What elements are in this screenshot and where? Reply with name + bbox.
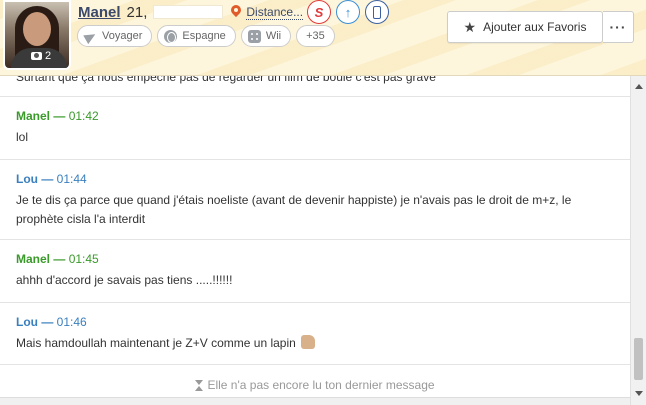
message-item: Manel — 01:42 lol xyxy=(0,97,630,160)
message-header: Manel — 01:42 xyxy=(16,109,99,123)
boost-button[interactable]: ↑ xyxy=(336,0,360,24)
avatar[interactable]: 2 xyxy=(3,0,71,70)
tag-espagne[interactable]: Espagne xyxy=(157,25,236,47)
read-status: Elle n'a pas encore lu ton dernier messa… xyxy=(0,375,630,395)
read-status-text: Elle n'a pas encore lu ton dernier messa… xyxy=(207,378,435,392)
tag-label: +35 xyxy=(306,30,325,42)
camera-icon xyxy=(31,52,42,60)
tag-voyager[interactable]: Voyager xyxy=(77,25,153,47)
message-author[interactable]: Lou xyxy=(16,315,38,329)
conversation-scrollbar[interactable] xyxy=(630,76,646,405)
tag-label: Espagne xyxy=(182,30,226,42)
message-header: Lou — 01:46 xyxy=(16,315,87,329)
tag-more[interactable]: +35 xyxy=(296,25,335,47)
star-icon: ★ xyxy=(463,18,477,35)
message-time: 01:46 xyxy=(56,315,87,329)
message-item: Lou — 01:44 Je te dis ça parce que quand… xyxy=(0,160,630,240)
message-header: Manel — 01:45 xyxy=(16,252,99,266)
message-text-row: Mais hamdoullah maintenant je Z+V comme … xyxy=(16,334,614,364)
photo-count-badge[interactable]: 2 xyxy=(27,48,55,64)
message-text: Mais hamdoullah maintenant je Z+V comme … xyxy=(16,336,296,350)
add-favorite-button[interactable]: ★ Ajouter aux Favoris xyxy=(447,11,603,43)
distance-link[interactable]: Distance... xyxy=(246,5,304,20)
redacted-location xyxy=(153,5,224,19)
photo-count: 2 xyxy=(45,50,52,62)
thumbs-up-emoji-icon xyxy=(301,335,316,349)
message-composer-edge[interactable] xyxy=(0,397,630,405)
message-author[interactable]: Lou xyxy=(16,172,38,186)
mobile-button[interactable] xyxy=(365,0,389,24)
boost-label: ↑ xyxy=(344,4,352,20)
super-message-label: S xyxy=(314,4,324,20)
hourglass-icon xyxy=(195,379,204,391)
conversation-thread[interactable]: Surtant que ça nous empêche pas de regar… xyxy=(0,76,630,397)
globe-icon xyxy=(164,29,178,43)
more-options-button[interactable]: ··· xyxy=(603,11,634,43)
scroll-down-arrow-icon[interactable] xyxy=(635,391,643,396)
profile-age: 21, xyxy=(126,3,148,21)
phone-icon xyxy=(373,5,381,19)
avatar-face xyxy=(23,12,51,46)
scrollbar-thumb[interactable] xyxy=(634,338,643,380)
message-author[interactable]: Manel xyxy=(16,252,50,266)
add-favorite-label: Ajouter aux Favoris xyxy=(483,20,587,34)
message-text: ahhh d'accord je savais pas tiens .....!… xyxy=(16,273,233,287)
message-partial: Surtant que ça nous empêche pas de regar… xyxy=(0,76,630,97)
message-time: 01:45 xyxy=(68,252,99,266)
dice-icon xyxy=(247,29,261,43)
message-text: lol xyxy=(16,130,29,144)
profile-header: 2 Manel 21, Distance... S ↑ Voyager Espa… xyxy=(0,0,646,76)
message-item: Lou — 01:46 Mais hamdoullah maintenant j… xyxy=(0,303,630,365)
message-item: Manel — 01:45 ahhh d'accord je savais pa… xyxy=(0,240,630,303)
tag-label: Voyager xyxy=(102,30,143,42)
tag-wii[interactable]: Wii xyxy=(240,25,292,47)
super-message-button[interactable]: S xyxy=(307,0,331,24)
scroll-up-arrow-icon[interactable] xyxy=(635,84,643,89)
more-icon: ··· xyxy=(609,19,627,35)
profile-name[interactable]: Manel xyxy=(78,4,121,21)
tag-label: Wii xyxy=(265,30,282,42)
message-text: Surtant que ça nous empêche pas de regar… xyxy=(16,76,436,84)
message-header: Lou — 01:44 xyxy=(16,172,87,186)
location-pin-icon xyxy=(231,5,241,19)
message-text: Je te dis ça parce que quand j'étais noe… xyxy=(16,193,572,226)
interest-tags: Voyager Espagne Wii +35 xyxy=(77,25,335,47)
message-time: 01:44 xyxy=(56,172,87,186)
plane-icon xyxy=(84,30,97,43)
message-author[interactable]: Manel xyxy=(16,109,50,123)
message-time: 01:42 xyxy=(68,109,99,123)
profile-name-row: Manel 21, Distance... xyxy=(78,2,304,22)
